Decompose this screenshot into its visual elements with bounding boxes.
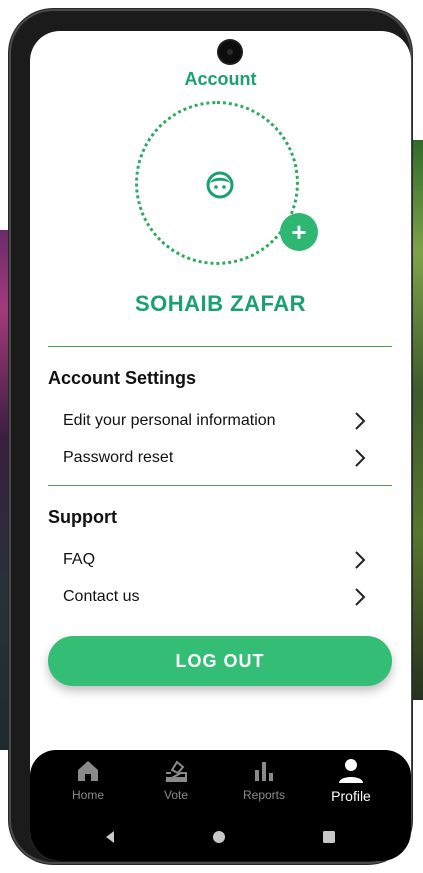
divider (48, 485, 392, 486)
nav-label: Reports (242, 788, 286, 802)
menu-item-label: Password reset (63, 449, 174, 466)
nav-label: Profile (331, 788, 371, 804)
divider (48, 346, 392, 347)
bar-chart-icon (255, 762, 273, 781)
chevron-right-icon (355, 551, 366, 569)
plus-icon: + (291, 217, 307, 247)
system-home-icon[interactable] (212, 830, 226, 844)
menu-item-edit-personal-info[interactable]: Edit your personal information (63, 406, 367, 436)
nav-item-vote[interactable]: Vote (131, 758, 221, 813)
nav-label: Vote (163, 788, 189, 802)
screen: Account + SOHAIB ZAFAR Account Settings … (30, 31, 411, 861)
nav-item-reports[interactable]: Reports (219, 758, 309, 813)
menu-item-contact-us[interactable]: Contact us (63, 582, 367, 612)
nav-item-home[interactable]: Home (43, 758, 133, 813)
menu-item-label: FAQ (63, 551, 96, 568)
background-right-wallpaper (411, 140, 423, 700)
add-photo-button[interactable]: + (280, 213, 318, 251)
chevron-right-icon (355, 449, 366, 467)
nav-label: Home (71, 788, 104, 802)
user-name: SOHAIB ZAFAR (135, 291, 306, 316)
phone-frame: Account + SOHAIB ZAFAR Account Settings … (9, 9, 412, 864)
chevron-right-icon (355, 588, 366, 606)
chevron-right-icon (355, 412, 366, 430)
page-title: Account (184, 69, 257, 89)
section-title-support: Support (48, 507, 117, 527)
system-back-icon[interactable] (103, 830, 117, 844)
nav-item-profile[interactable]: Profile (306, 758, 396, 813)
front-camera (219, 41, 241, 63)
vote-icon (165, 760, 187, 782)
menu-item-password-reset[interactable]: Password reset (63, 443, 367, 473)
person-icon (339, 759, 363, 783)
menu-item-label: Contact us (63, 588, 140, 605)
system-recents-icon[interactable] (322, 830, 336, 844)
home-icon (78, 761, 98, 781)
face-icon (206, 171, 234, 199)
bottom-navigation: Home Vote Reports Profile (30, 750, 411, 861)
menu-item-faq[interactable]: FAQ (63, 545, 367, 575)
logout-button[interactable]: LOG OUT (48, 636, 392, 686)
menu-item-label: Edit your personal information (63, 412, 276, 429)
section-title-account-settings: Account Settings (48, 368, 197, 388)
